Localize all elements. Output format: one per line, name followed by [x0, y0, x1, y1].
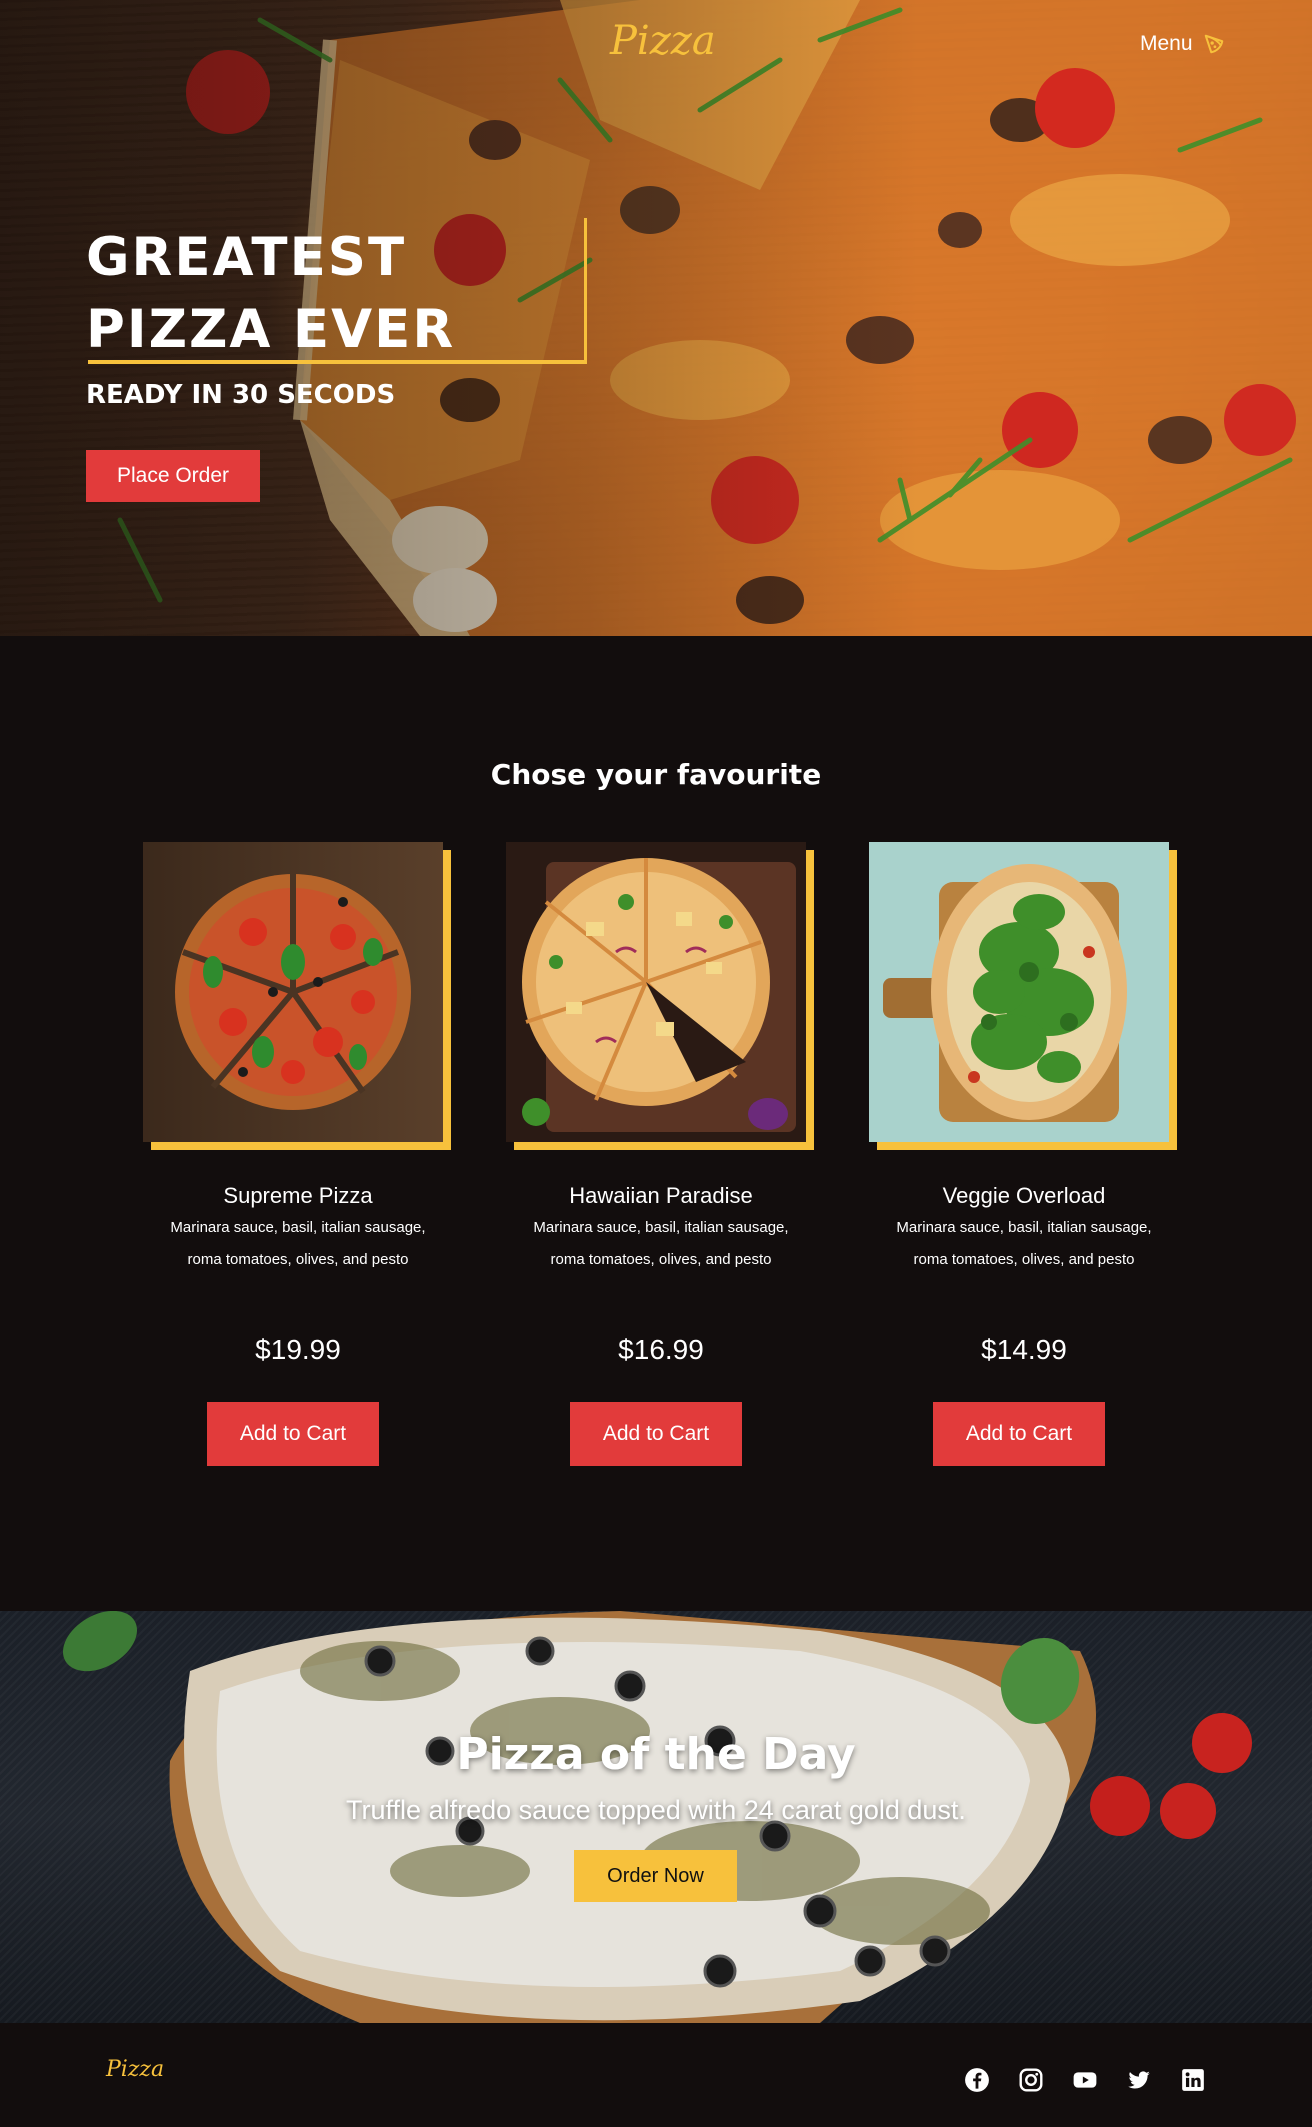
facebook-icon[interactable]: [964, 2067, 990, 2093]
product-description: Marinara sauce, basil, italian sausage, …: [170, 1219, 426, 1268]
footer: Pizza: [0, 2023, 1312, 2127]
add-to-cart-button[interactable]: Add to Cart: [570, 1402, 742, 1466]
add-to-cart-button[interactable]: Add to Cart: [933, 1402, 1105, 1466]
hero-title: GREATEST PIZZA EVER: [86, 227, 456, 360]
order-now-button[interactable]: Order Now: [574, 1850, 737, 1902]
product-price: $16.99: [618, 1334, 704, 1365]
add-to-cart-button[interactable]: Add to Cart: [207, 1402, 379, 1466]
pizza-of-the-day-title: Pizza of the Day: [456, 1729, 856, 1780]
menu-section: Chose your favourite Supreme Pizza Marin…: [0, 636, 1312, 1611]
menu-section-title: Chose your favourite: [490, 758, 822, 791]
linkedin-icon[interactable]: [1180, 2067, 1206, 2093]
hawaiian-paradise-image[interactable]: [506, 842, 806, 1142]
supreme-pizza-image[interactable]: [143, 842, 443, 1142]
product-price: $19.99: [255, 1334, 341, 1365]
instagram-icon[interactable]: [1018, 2067, 1044, 2093]
hero-section: Pizza Menu GREATEST PIZZA EVER READY IN …: [0, 0, 1312, 636]
product-name: Veggie Overload: [942, 1183, 1106, 1208]
pizza-of-the-day-description: Truffle alfredo sauce topped with 24 car…: [346, 1795, 966, 1825]
veggie-overload-image[interactable]: [869, 842, 1169, 1142]
pizza-of-the-day-section: Pizza of the Day Truffle alfredo sauce t…: [0, 1611, 1312, 2023]
menu-label: Menu: [1140, 32, 1193, 55]
menu-button[interactable]: Menu: [1140, 32, 1225, 56]
brand-logo[interactable]: Pizza: [610, 18, 716, 64]
youtube-icon[interactable]: [1072, 2067, 1098, 2093]
footer-brand-logo[interactable]: Pizza: [106, 2057, 164, 2082]
product-name: Hawaiian Paradise: [569, 1183, 753, 1208]
pizza-slice-icon: [1204, 34, 1223, 54]
product-description: Marinara sauce, basil, italian sausage, …: [533, 1219, 789, 1268]
product-price: $14.99: [981, 1334, 1067, 1365]
place-order-button[interactable]: Place Order: [86, 450, 260, 502]
twitter-icon[interactable]: [1126, 2067, 1152, 2093]
hero-subtitle: READY IN 30 SECODS: [86, 380, 396, 410]
product-description: Marinara sauce, basil, italian sausage, …: [896, 1219, 1152, 1268]
product-name: Supreme Pizza: [223, 1183, 373, 1208]
